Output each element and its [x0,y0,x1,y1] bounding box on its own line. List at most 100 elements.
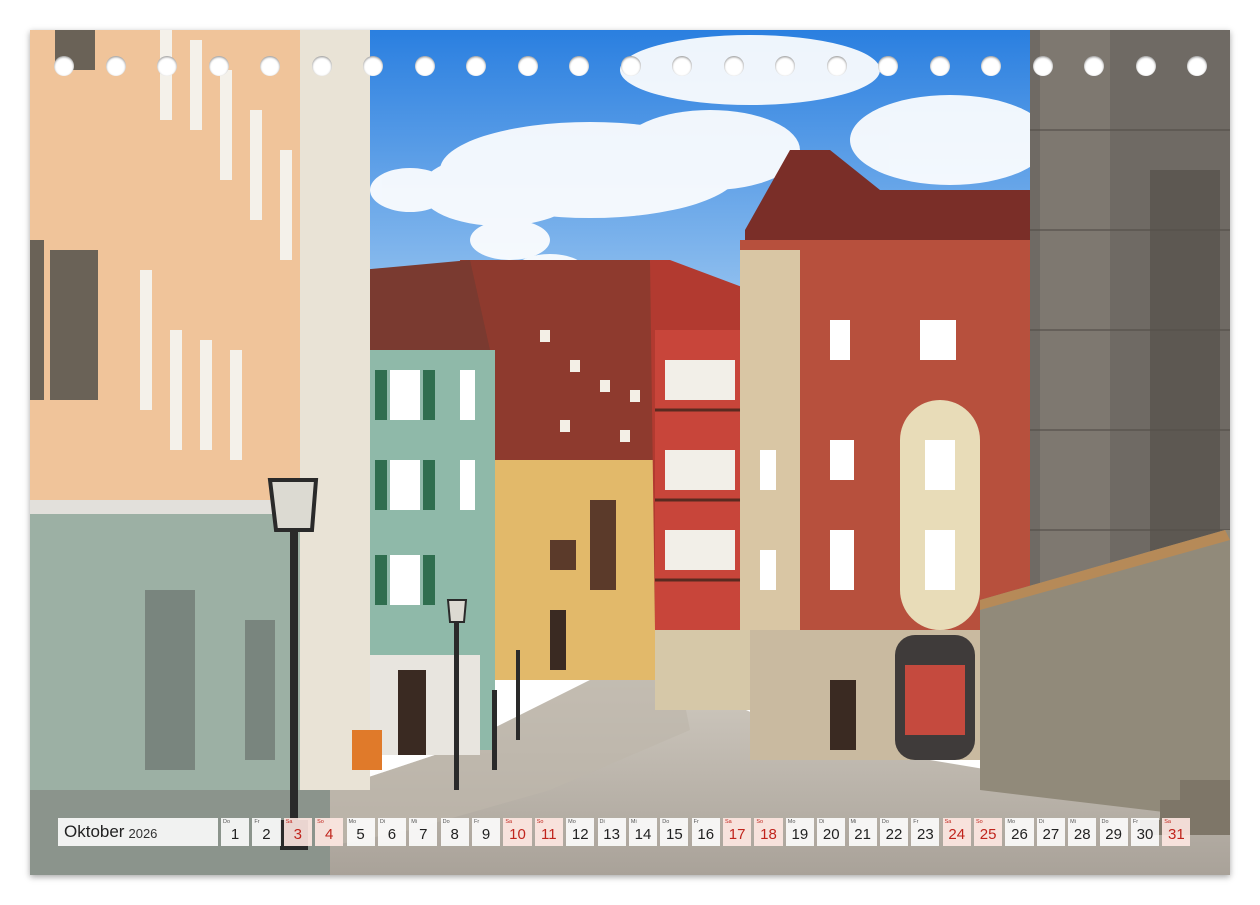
weekday-abbrev: Di [379,819,386,825]
day-cells: Do 1 Fr 2 Sa 3 So 4 Mo 5 Di 6 Mi 7 Do 8 Fr 9 Sa 10 So 11 Mo 12 D… [221,818,1194,846]
day-cell: Do 1 [221,818,250,846]
day-cell: Fr 23 [911,818,940,846]
day-number: 30 [1136,826,1154,843]
weekday-abbrev: Fr [913,819,919,825]
day-number: 12 [571,826,589,843]
weekday-abbrev: Do [662,819,670,825]
binding-hole [1187,56,1207,76]
weekday-abbrev: Sa [1164,819,1171,825]
day-cell: Sa 17 [723,818,752,846]
binding-hole [105,56,126,76]
weekday-abbrev: Mo [348,819,357,825]
day-number: 21 [854,826,871,843]
day-number: 3 [293,826,303,843]
weekday-abbrev: Sa [285,819,293,825]
day-number: 7 [419,826,428,843]
day-cell: Di 27 [1036,818,1065,846]
binding-hole [1084,56,1104,76]
calendar-strip: Oktober 2026 Do 1 Fr 2 Sa 3 So 4 Mo 5 Di 6 Mi 7 Do 8 Fr 9… [58,818,1194,846]
day-cell: Fr 16 [691,818,720,846]
day-number: 1 [230,826,240,843]
day-number: 19 [791,826,809,843]
weekday-abbrev: Do [442,819,450,825]
weekday-abbrev: Fr [693,819,699,825]
binding-hole [981,56,1001,76]
day-cell: Mi 28 [1068,818,1097,846]
day-cell: Mi 7 [409,818,438,846]
day-cell: Sa 3 [283,818,312,846]
day-number: 31 [1168,826,1185,843]
day-cell: Fr 2 [252,818,281,846]
month-label-box: Oktober 2026 [58,818,218,846]
day-number: 23 [917,826,934,843]
binding-hole [569,56,589,76]
day-number: 29 [1105,826,1122,843]
day-number: 5 [356,826,365,843]
binding-hole [672,56,692,76]
day-cell: Mo 12 [566,818,595,846]
binding-hole [414,56,435,76]
day-cell: So 25 [974,818,1003,846]
weekday-abbrev: Do [223,819,231,825]
day-cell: Mi 14 [628,818,658,846]
day-cell: Mo 19 [785,818,814,846]
weekday-abbrev: Mi [630,819,637,825]
day-cell: Mo 5 [346,818,375,846]
day-number: 8 [450,826,459,843]
weekday-abbrev: Mi [411,819,418,825]
binding-hole [157,56,177,76]
day-cell: So 11 [534,818,563,846]
day-number: 24 [948,826,966,843]
day-number: 16 [697,826,715,843]
day-number: 4 [325,826,334,843]
weekday-abbrev: Sa [725,819,732,825]
binding-hole [54,56,74,76]
day-number: 20 [822,826,840,843]
day-number: 9 [481,826,491,843]
binding-hole [311,56,332,76]
day-cell: Di 13 [597,818,626,846]
day-cell: Sa 24 [942,818,971,846]
day-cell: Mo 26 [1005,818,1034,846]
day-cell: So 18 [754,818,783,846]
day-cell: Do 22 [879,818,909,846]
day-cell: Fr 9 [472,818,501,846]
weekday-abbrev: Do [881,819,889,825]
binding-hole [466,56,486,76]
weekday-abbrev: Fr [254,819,260,825]
binding-hole [929,56,950,76]
weekday-abbrev: Sa [944,819,952,825]
day-number: 26 [1011,826,1028,843]
weekday-abbrev: So [317,819,324,825]
weekday-abbrev: Di [599,819,605,825]
weekday-abbrev: Mi [1070,819,1076,825]
weekday-abbrev: Mo [787,819,796,825]
binding-hole [878,56,898,76]
binding-hole [620,56,641,76]
day-number: 6 [387,826,397,843]
binding-hole [363,56,383,76]
weekday-abbrev: Do [1101,819,1109,825]
weekday-abbrev: So [976,819,983,825]
year-label: 2026 [128,825,158,841]
weekday-abbrev: Mi [850,819,857,825]
binding-hole [826,56,847,76]
day-number: 27 [1042,826,1060,843]
day-cell: Fr 30 [1130,818,1160,846]
day-cell: Sa 10 [503,818,532,846]
binding-hole [723,56,744,76]
day-cell: So 4 [315,818,344,846]
weekday-abbrev: Mo [568,819,576,825]
day-number: 25 [979,826,997,843]
weekday-abbrev: So [756,819,764,825]
weekday-abbrev: Fr [1132,819,1139,825]
day-number: 2 [262,826,271,843]
weekday-abbrev: Di [1038,819,1044,825]
weekday-abbrev: Fr [474,819,480,825]
weekday-abbrev: Mo [1007,819,1016,825]
day-cell: Do 29 [1099,818,1128,846]
day-cell: Sa 31 [1162,818,1191,846]
day-number: 18 [760,826,777,843]
day-number: 10 [509,826,526,843]
day-number: 22 [885,826,903,843]
